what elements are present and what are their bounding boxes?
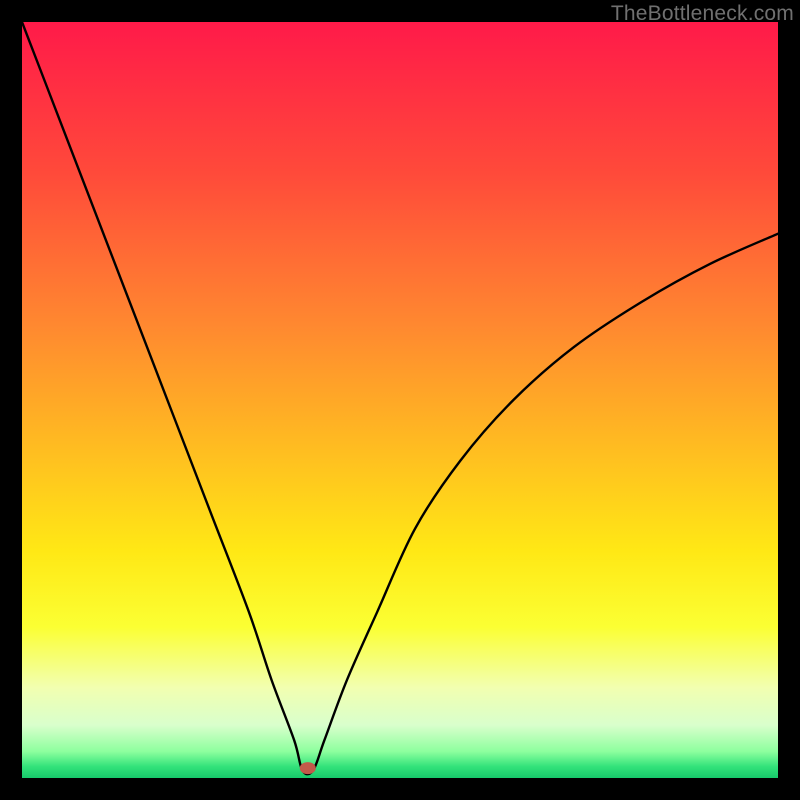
optimal-point-marker [300,762,316,774]
watermark-text: TheBottleneck.com [611,2,794,26]
bottleneck-chart [22,22,778,778]
gradient-background [22,22,778,778]
chart-frame [22,22,778,778]
